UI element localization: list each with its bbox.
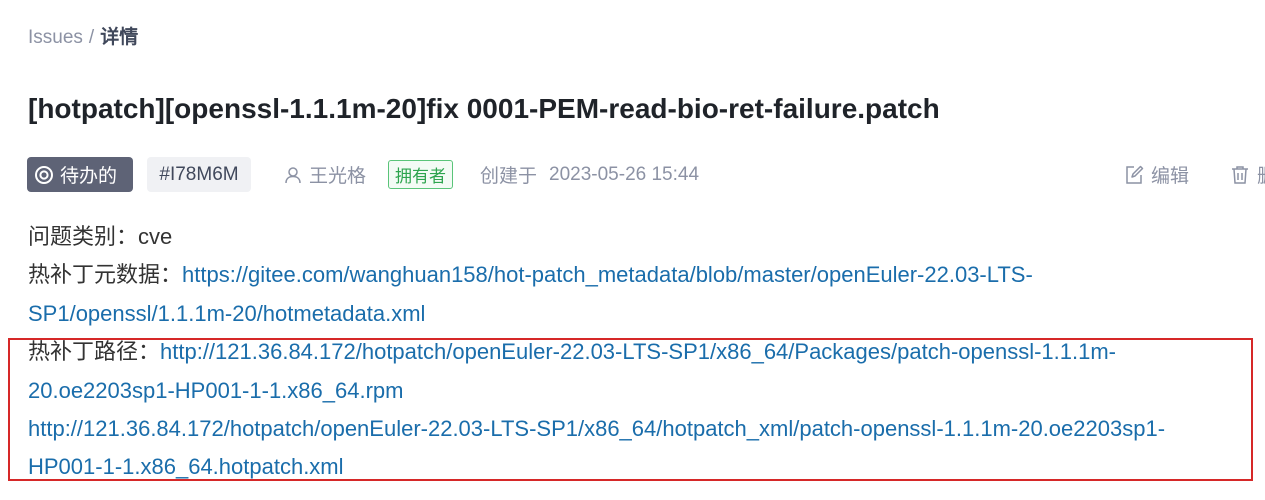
created-label: 创建于 [480, 166, 538, 187]
status-label: 待办的 [60, 166, 118, 187]
metadata-line: 热补丁元数据：https://gitee.com/wanghuan158/hot… [28, 256, 1265, 294]
xml-link-cont[interactable]: HP001-1-1.x86_64.hotpatch.xml [28, 454, 344, 479]
created-info: 创建于 2023-05-26 15:44 [480, 157, 699, 192]
metadata-link[interactable]: https://gitee.com/wanghuan158/hot-patch_… [182, 262, 1033, 287]
xml-line-cont: HP001-1-1.x86_64.hotpatch.xml [28, 448, 1265, 486]
breadcrumb-issues-link[interactable]: Issues [28, 27, 83, 48]
issue-description: 问题类别：cve 热补丁元数据：https://gitee.com/wanghu… [28, 218, 1265, 487]
rpm-link-cont[interactable]: 20.oe2203sp1-HP001-1-1.x86_64.rpm [28, 378, 403, 403]
created-timestamp: 2023-05-26 15:44 [549, 163, 700, 185]
patch-path-label: 热补丁路径： [28, 339, 161, 365]
issue-type-line: 问题类别：cve [28, 218, 1265, 256]
user-icon [285, 166, 301, 183]
metadata-link-cont[interactable]: SP1/openssl/1.1.1m-20/hotmetadata.xml [28, 301, 425, 326]
author-name: 王光格 [309, 166, 367, 187]
delete-label: 删 [1257, 161, 1265, 188]
status-circle-icon [35, 165, 53, 184]
author-link[interactable]: 王光格 [284, 157, 366, 192]
issue-meta-bar: 待办的 #I78M6M 王光格 拥有者 创建于 2023-05-26 15:44… [27, 157, 1265, 192]
trash-icon [1232, 165, 1248, 184]
edit-label: 编辑 [1151, 166, 1190, 187]
rpm-link[interactable]: http://121.36.84.172/hotpatch/openEuler-… [160, 339, 1116, 364]
issue-type-value: cve [138, 224, 173, 249]
metadata-label: 热补丁元数据： [28, 262, 183, 288]
breadcrumb: Issues / 详情 [28, 26, 138, 50]
owner-tag: 拥有者 [388, 160, 453, 189]
patch-path-line: 热补丁路径：http://121.36.84.172/hotpatch/open… [28, 333, 1265, 371]
edit-icon [1126, 165, 1144, 184]
issue-id[interactable]: #I78M6M [147, 157, 251, 192]
issue-detail-page: Issues / 详情 [hotpatch][openssl-1.1.1m-20]f… [0, 0, 1265, 500]
breadcrumb-current: 详情 [100, 27, 139, 48]
edit-button[interactable]: 编辑 [1124, 157, 1189, 192]
issue-title: [hotpatch][openssl-1.1.1m-20]fix 0001-PE… [28, 93, 940, 124]
xml-line: http://121.36.84.172/hotpatch/openEuler-… [28, 410, 1265, 448]
delete-button[interactable]: 删 [1230, 157, 1265, 192]
issue-type-label: 问题类别： [28, 224, 139, 249]
xml-link[interactable]: http://121.36.84.172/hotpatch/openEuler-… [28, 416, 1165, 441]
breadcrumb-separator: / [88, 27, 95, 48]
metadata-line-cont: SP1/openssl/1.1.1m-20/hotmetadata.xml [28, 295, 1265, 333]
rpm-line-cont: 20.oe2203sp1-HP001-1-1.x86_64.rpm [28, 372, 1265, 410]
status-badge[interactable]: 待办的 [27, 157, 133, 192]
